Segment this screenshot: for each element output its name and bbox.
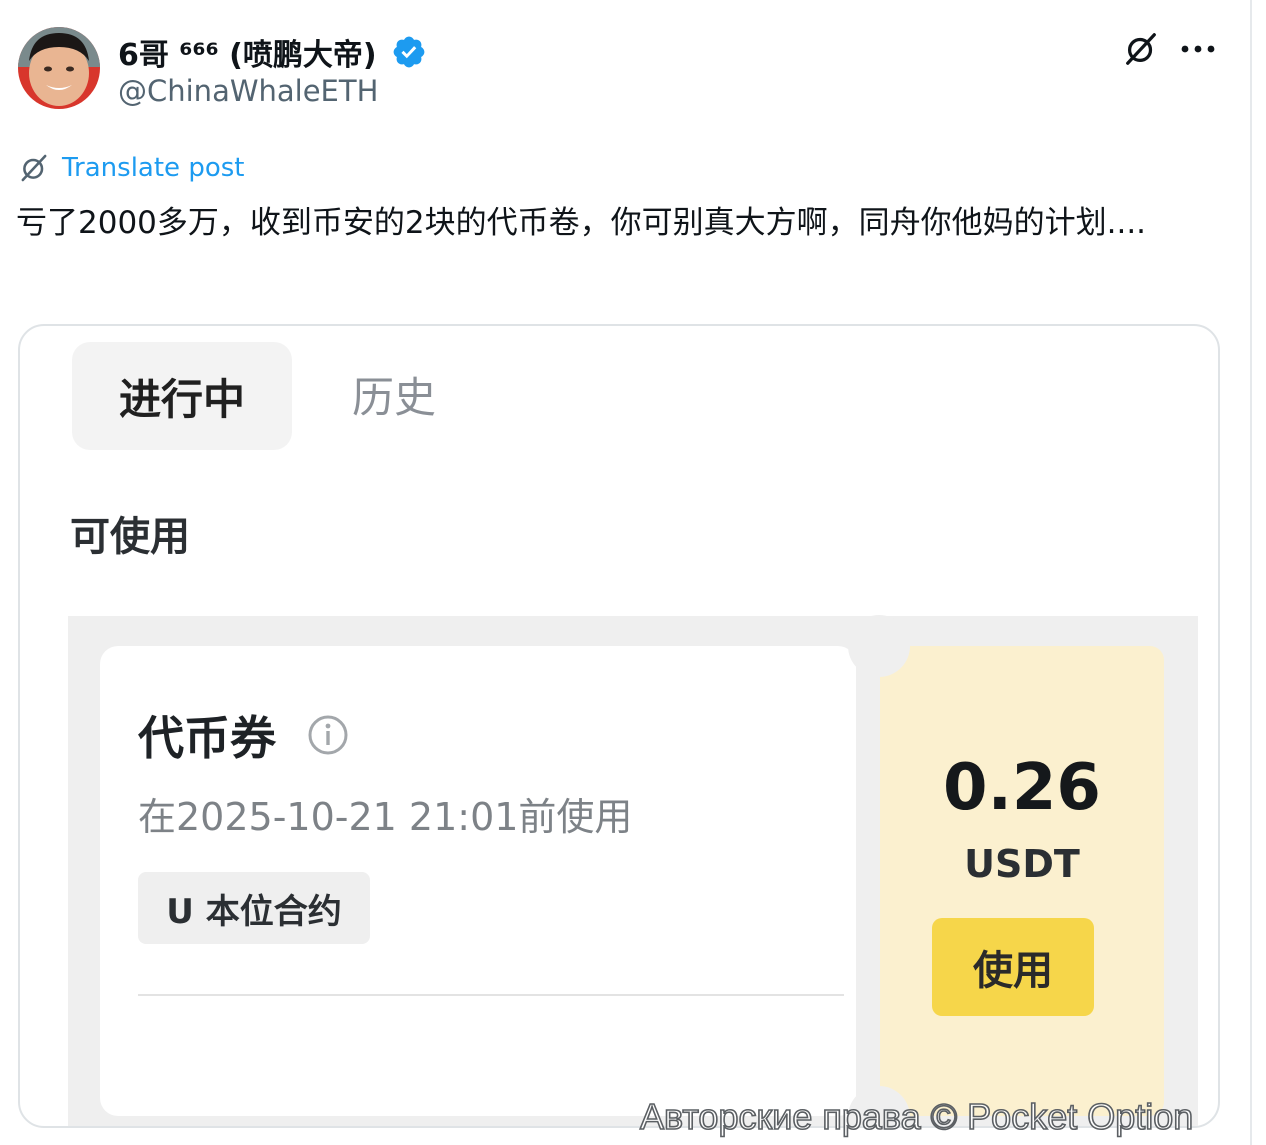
avatar-image [18, 27, 100, 109]
coupon-tag: U 本位合约 [138, 872, 370, 944]
coupon-divider [138, 994, 844, 996]
coupon-amount: 0.26 [943, 751, 1101, 825]
more-icon[interactable] [1180, 40, 1216, 58]
watermark: Авторские права © Pocket Option [639, 1095, 1194, 1138]
right-edge-divider [1250, 0, 1252, 1145]
post-media[interactable]: 进行中 历史 可使用 代币券 在2025-10-21 21:01前使用 U 本位… [18, 324, 1220, 1128]
avatar[interactable] [18, 27, 100, 109]
coupon-expiry: 在2025-10-21 21:01前使用 [138, 795, 633, 839]
info-icon[interactable] [306, 713, 350, 757]
coupon-list: 代币券 在2025-10-21 21:01前使用 U 本位合约 0.26 USD… [68, 615, 1198, 1126]
author-name-row[interactable]: 6哥 ⁶⁶⁶ (喷鹏大帝) [118, 30, 427, 74]
grok-icon[interactable] [1122, 30, 1160, 68]
post-text: 亏了2000多万，收到币安的2块的代币卷，你可别真大方啊，同舟你他妈的计划...… [16, 205, 1147, 241]
verified-badge-icon [393, 36, 424, 68]
coupon-currency: USDT [964, 842, 1080, 886]
translate-label[interactable]: Translate post [62, 153, 244, 183]
translate-post-link[interactable]: Translate post [18, 152, 244, 184]
use-button[interactable]: 使用 [932, 918, 1094, 1016]
coupon-title-row: 代币券 [138, 702, 350, 768]
tab-history[interactable]: 历史 [352, 364, 436, 425]
coupon-title: 代币券 [138, 711, 276, 765]
translate-icon [21, 154, 47, 182]
tab-in-progress[interactable]: 进行中 [72, 342, 292, 450]
section-title: 可使用 [70, 514, 190, 560]
author-name[interactable]: 6哥 ⁶⁶⁶ (喷鹏大帝) [118, 30, 377, 74]
author-handle[interactable]: @ChinaWhaleETH [118, 74, 378, 108]
coupon-card[interactable]: 代币券 在2025-10-21 21:01前使用 U 本位合约 [100, 646, 856, 1116]
coupon-stub: 0.26 USDT 使用 [880, 646, 1164, 1116]
coupon-notch-top [848, 615, 910, 677]
